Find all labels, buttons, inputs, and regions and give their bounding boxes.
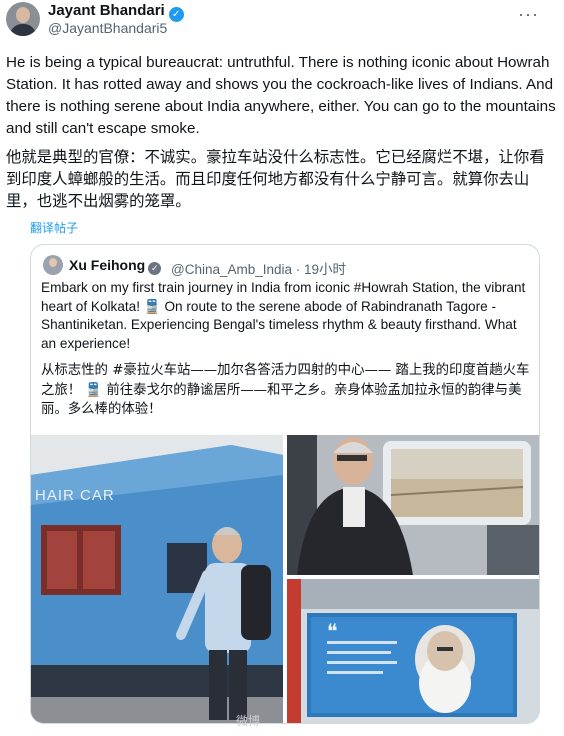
photo-seated-passenger[interactable] [287,435,539,575]
train-platform-illustration [31,435,283,723]
quoted-tweet-card[interactable]: Xu Feihong ✓ @China_Amb_India · 19小时 Emba… [30,244,540,724]
translate-post-link[interactable]: 翻译帖子 [30,219,78,236]
quoted-author-avatar[interactable] [43,255,63,275]
author-avatar[interactable] [6,2,40,36]
tweet-text-zh: 他就是典型的官僚：不诚实。豪拉车站没什么标志性。它已经腐烂不堪，让你看到印度人蟑… [6,148,545,210]
quoted-text-en: Embark on my first train journey in Indi… [41,280,526,351]
quoted-author-name[interactable]: Xu Feihong [69,257,145,273]
author-name-row[interactable]: Jayant Bhandari ✓ [48,2,184,22]
verified-badge-icon: ✓ [168,7,184,22]
author-handle[interactable]: @JayantBhandari5 [48,20,167,36]
photo-train-platform[interactable]: HAIR CAR [31,435,283,723]
avatar-head [16,7,30,23]
author-name[interactable]: Jayant Bhandari [48,2,165,19]
avatar-body [10,24,36,36]
media-grid: HAIR CAR ❝ [31,435,539,723]
quoted-name-row[interactable]: Xu Feihong ✓ [69,257,162,275]
photo-tagore-poster[interactable]: ❝ [287,579,539,723]
poster-quote-mark: ❝ [327,621,338,643]
train-car-label: HAIR CAR [35,487,115,504]
quoted-avatar-head [49,258,57,267]
weibo-watermark: 微博 [236,714,261,728]
tweet-text-en: He is being a typical bureaucrat: untrut… [6,54,556,137]
tagore-poster-illustration [287,579,539,723]
quoted-text-zh: 从标志性的 #豪拉火车站——加尔各答活力四射的中心—— 踏上我的印度首趟火车之旅… [41,363,530,417]
quoted-handle-time[interactable]: @China_Amb_India · 19小时 [171,258,346,278]
more-options-icon[interactable]: ··· [518,4,539,25]
quoted-verified-icon: ✓ [148,262,162,275]
seated-passenger-illustration [287,435,539,575]
